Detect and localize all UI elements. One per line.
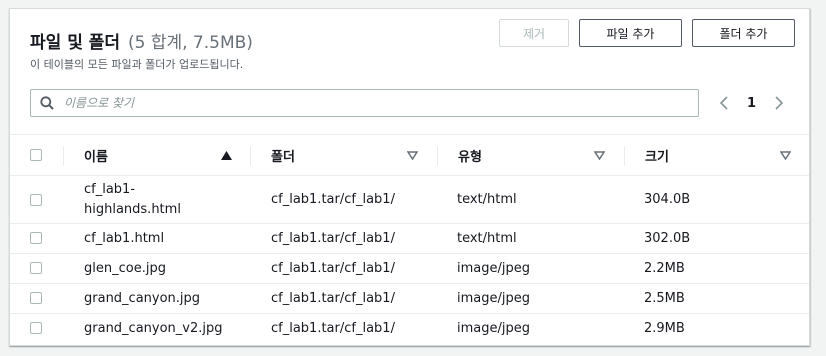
panel-title-count: (5 합계, 7.5MB)	[127, 33, 253, 53]
row-checkbox[interactable]	[30, 194, 42, 206]
type-cell: text/html	[457, 231, 517, 246]
table-header: 이름 폴더 유형 크기	[10, 134, 809, 176]
file-name-cell: cf_lab1.html	[84, 231, 165, 246]
column-header-name[interactable]: 이름	[84, 135, 234, 175]
file-name-line: highlands.html	[84, 202, 181, 217]
panel-description: 이 테이블의 모든 파일과 폴더가 업로드됩니다.	[30, 58, 244, 71]
column-label-size: 크기	[645, 149, 669, 165]
sort-ascending-icon	[221, 150, 232, 160]
type-cell: text/html	[457, 192, 517, 207]
column-header-type[interactable]: 유형	[458, 135, 608, 175]
size-cell: 304.0B	[644, 192, 691, 207]
table-row[interactable]: cf_lab1.html cf_lab1.tar/cf_lab1/ text/h…	[10, 224, 809, 254]
panel-title-text: 파일 및 폴더	[30, 33, 121, 53]
size-cell: 2.2MB	[644, 261, 685, 276]
table-row[interactable]: cf_lab1- highlands.html cf_lab1.tar/cf_l…	[10, 176, 809, 224]
type-cell: image/jpeg	[457, 321, 530, 336]
select-all-checkbox[interactable]	[30, 149, 42, 161]
pagination: 1	[718, 93, 785, 113]
column-divider	[63, 146, 64, 166]
sort-caret-down-icon	[780, 150, 791, 160]
table-row[interactable]: grand_canyon_v2.jpg cf_lab1.tar/cf_lab1/…	[10, 314, 809, 344]
file-name-cell: glen_coe.jpg	[84, 261, 166, 276]
remove-button[interactable]: 제거	[499, 19, 569, 47]
panel-title: 파일 및 폴더 (5 합계, 7.5MB)	[30, 28, 253, 53]
row-checkbox[interactable]	[30, 322, 42, 334]
column-label-type: 유형	[458, 149, 482, 165]
column-divider	[250, 146, 251, 166]
page-number[interactable]: 1	[747, 96, 756, 111]
row-checkbox[interactable]	[30, 262, 42, 274]
column-label-name: 이름	[84, 149, 108, 165]
table-row[interactable]: grand_canyon.jpg cf_lab1.tar/cf_lab1/ im…	[10, 284, 809, 314]
row-checkbox[interactable]	[30, 232, 42, 244]
folder-cell: cf_lab1.tar/cf_lab1/	[271, 261, 395, 276]
folder-cell: cf_lab1.tar/cf_lab1/	[271, 291, 395, 306]
file-name-cell: cf_lab1- highlands.html	[84, 180, 181, 220]
column-divider	[437, 146, 438, 166]
table-row[interactable]: glen_coe.jpg cf_lab1.tar/cf_lab1/ image/…	[10, 254, 809, 284]
folder-cell: cf_lab1.tar/cf_lab1/	[271, 321, 395, 336]
search-icon	[31, 96, 54, 110]
sort-caret-down-icon	[407, 150, 418, 160]
add-files-button[interactable]: 파일 추가	[579, 19, 682, 47]
file-name-cell: grand_canyon_v2.jpg	[84, 321, 223, 336]
type-cell: image/jpeg	[457, 261, 530, 276]
size-cell: 302.0B	[644, 231, 691, 246]
column-label-folder: 폴더	[271, 149, 295, 165]
file-name-line: cf_lab1-	[84, 182, 136, 197]
search-input[interactable]	[62, 95, 666, 111]
column-header-size[interactable]: 크기	[645, 135, 795, 175]
search-field[interactable]	[30, 89, 699, 117]
add-folder-button[interactable]: 폴더 추가	[692, 19, 795, 47]
column-header-folder[interactable]: 폴더	[271, 135, 421, 175]
file-name-cell: grand_canyon.jpg	[84, 291, 201, 306]
size-cell: 2.5MB	[644, 291, 685, 306]
folder-cell: cf_lab1.tar/cf_lab1/	[271, 192, 395, 207]
row-checkbox[interactable]	[30, 292, 42, 304]
size-cell: 2.9MB	[644, 321, 685, 336]
chevron-right-icon[interactable]	[773, 95, 785, 111]
column-divider	[624, 146, 625, 166]
type-cell: image/jpeg	[457, 291, 530, 306]
chevron-left-icon[interactable]	[718, 95, 730, 111]
sort-caret-down-icon	[594, 150, 605, 160]
folder-cell: cf_lab1.tar/cf_lab1/	[271, 231, 395, 246]
files-and-folders-panel: 파일 및 폴더 (5 합계, 7.5MB) 이 테이블의 모든 파일과 폴더가 …	[9, 8, 810, 346]
